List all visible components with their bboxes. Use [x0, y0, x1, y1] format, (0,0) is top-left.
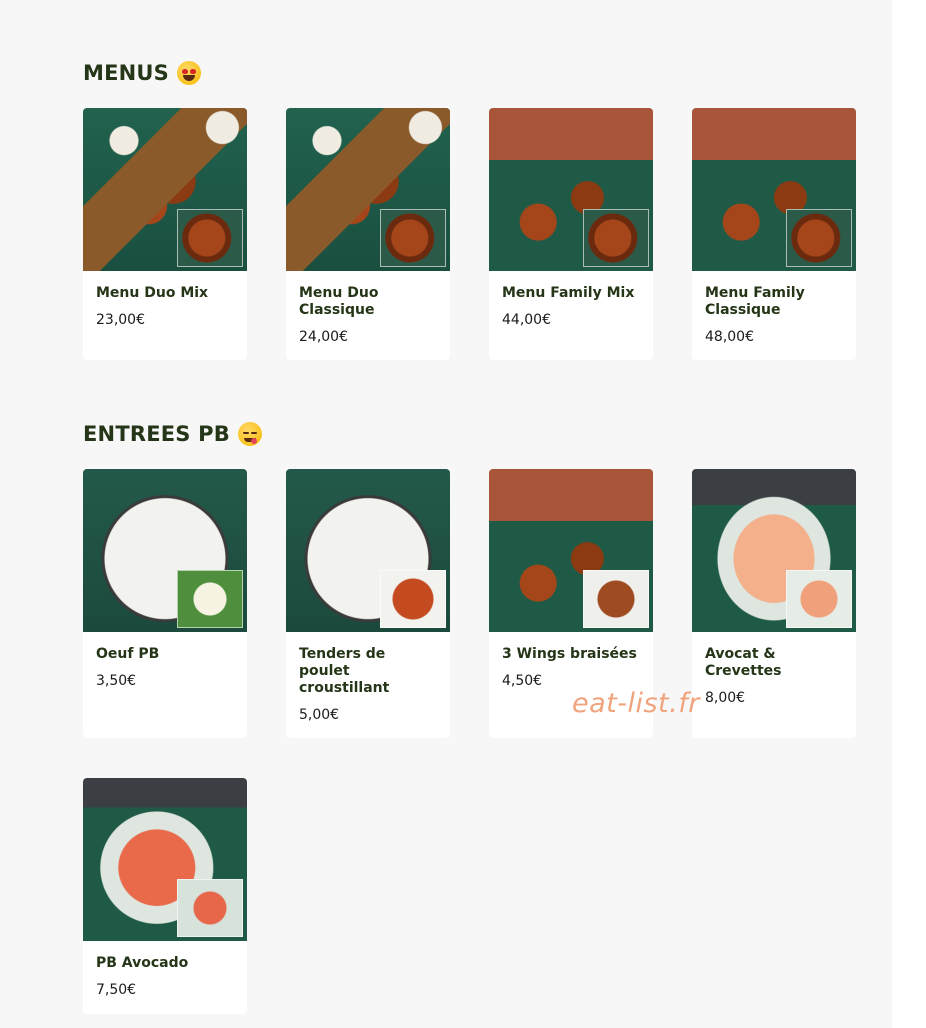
- food-photo-thumbnail: [380, 570, 446, 628]
- food-photo: [83, 108, 247, 271]
- section-title-text: MENUS: [83, 61, 169, 85]
- item-name: Avocat & Crevettes: [705, 646, 782, 679]
- menu-item-card[interactable]: Menu Duo Mix 23,00€: [83, 108, 247, 360]
- menu-item-card[interactable]: Tenders de poulet croustillant 5,00€: [286, 469, 450, 738]
- menu-item-card[interactable]: Menu Duo Classique 24,00€: [286, 108, 450, 360]
- item-name: PB Avocado: [96, 955, 189, 971]
- item-name: Oeuf PB: [96, 646, 160, 662]
- food-photo-thumbnail: [177, 570, 243, 628]
- section-title-menus: MENUS: [83, 61, 201, 85]
- yum-face-emoji-icon: [237, 422, 262, 446]
- food-photo-thumbnail: [583, 570, 649, 628]
- food-photo-thumbnail: [786, 570, 852, 628]
- item-name: 3 Wings braisées: [502, 646, 637, 662]
- item-price: 48,00€: [705, 329, 754, 345]
- item-name: Menu Family Classique: [705, 285, 805, 318]
- food-photo: [489, 108, 653, 271]
- star-struck-emoji-icon: [177, 61, 201, 85]
- item-price: 24,00€: [299, 329, 348, 345]
- menu-page: MENUS Menu Duo Mix 23,00€ Menu Duo Class…: [0, 0, 892, 1028]
- item-name: Menu Family Mix: [502, 285, 635, 301]
- menu-item-card[interactable]: Menu Family Classique 48,00€: [692, 108, 856, 360]
- menu-item-card[interactable]: Avocat & Crevettes 8,00€: [692, 469, 856, 738]
- menu-item-card[interactable]: Oeuf PB 3,50€: [83, 469, 247, 738]
- food-photo-thumbnail: [786, 209, 852, 267]
- item-price: 23,00€: [96, 312, 145, 328]
- item-price: 8,00€: [705, 690, 746, 706]
- section-title-text: ENTREES PB: [83, 422, 230, 446]
- food-photo: [692, 108, 856, 271]
- menu-item-card[interactable]: PB Avocado 7,50€: [83, 778, 247, 1014]
- food-photo-thumbnail: [583, 209, 649, 267]
- food-photo: [692, 469, 856, 632]
- food-photo: [286, 469, 450, 632]
- food-photo-thumbnail: [177, 879, 243, 937]
- food-photo-thumbnail: [380, 209, 446, 267]
- item-name: Menu Duo Classique: [299, 285, 379, 318]
- item-price: 4,50€: [502, 673, 543, 689]
- item-price: 5,00€: [299, 707, 340, 723]
- item-name: Tenders de poulet croustillant: [299, 646, 390, 696]
- item-price: 44,00€: [502, 312, 551, 328]
- section-title-entrees: ENTREES PB: [83, 422, 262, 446]
- menu-item-card[interactable]: Menu Family Mix 44,00€: [489, 108, 653, 360]
- item-price: 7,50€: [96, 982, 137, 998]
- food-photo: [286, 108, 450, 271]
- food-photo-thumbnail: [177, 209, 243, 267]
- food-photo: [489, 469, 653, 632]
- item-price: 3,50€: [96, 673, 137, 689]
- food-photo: [83, 469, 247, 632]
- watermark: eat-list.fr: [572, 688, 700, 719]
- item-name: Menu Duo Mix: [96, 285, 209, 301]
- food-photo: [83, 778, 247, 941]
